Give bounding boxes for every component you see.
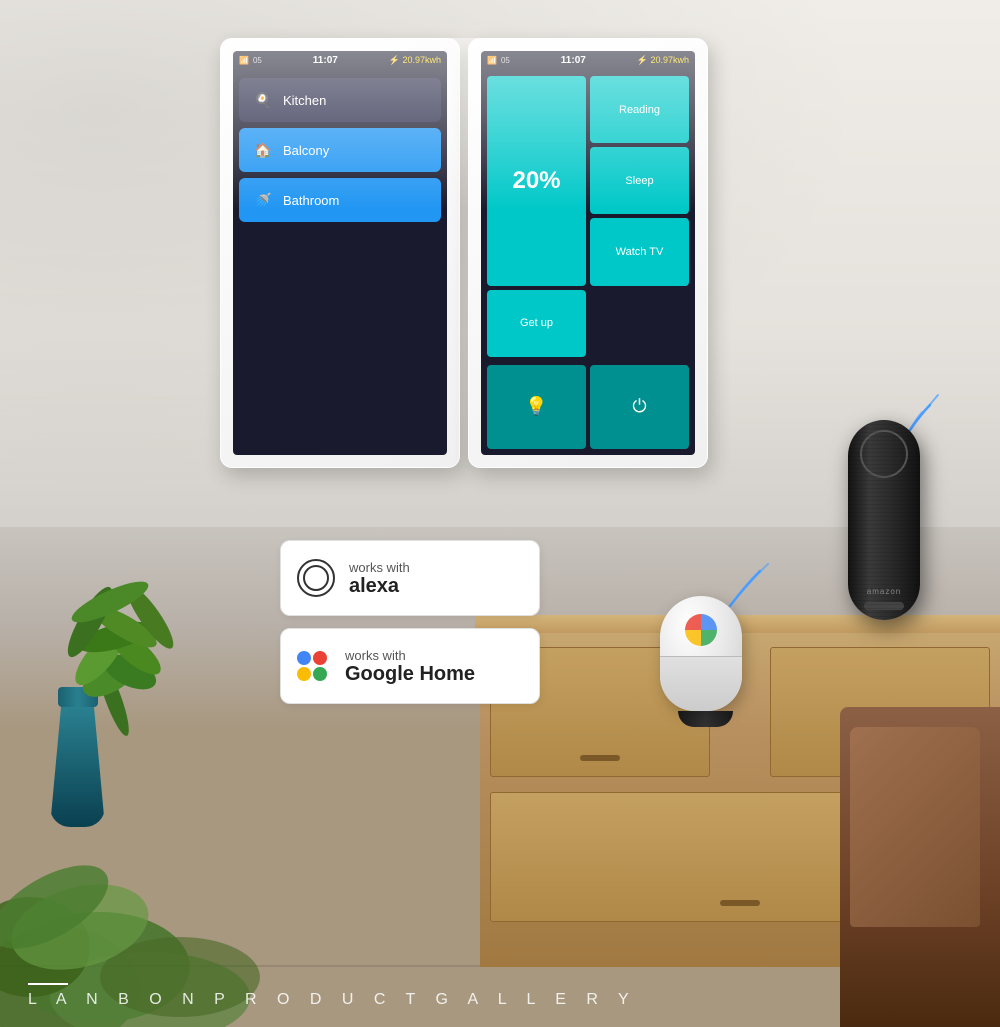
- light-btn[interactable]: 💡: [487, 365, 586, 449]
- gh-fabric: [660, 656, 742, 711]
- time-right: 11:07: [561, 55, 586, 66]
- wifi-icon-left: 📶: [239, 56, 249, 65]
- gh-body: [660, 596, 742, 711]
- percentage-display: 20%: [487, 76, 586, 286]
- smart-panel-left: 📶 05 11:07 ⚡ 20.97kwh 🍳 Kitchen 🏠 Balcon…: [220, 38, 460, 468]
- bathroom-icon: 🚿: [251, 188, 275, 212]
- alexa-badge: works with alexa: [280, 540, 540, 616]
- mode-getup[interactable]: Get up: [487, 290, 586, 357]
- panel-screen-right: 20% Reading Sleep Watch TV Get up 💡 ⏻: [481, 70, 695, 455]
- google-badge-text: works with Google Home: [345, 648, 475, 685]
- status-bar-right: 📶 05 11:07 ⚡ 20.97kwh: [481, 51, 695, 70]
- chair-cushion: [850, 727, 980, 927]
- power-left: ⚡ 20.97kwh: [389, 55, 441, 66]
- gdot-red: [313, 651, 327, 665]
- echo-container: amazon: [848, 420, 920, 620]
- power-right: ⚡ 20.97kwh: [637, 55, 689, 66]
- smart-panel-right: 📶 05 11:07 ⚡ 20.97kwh 20% Reading Sleep …: [468, 38, 708, 468]
- status-bar-left: 📶 05 11:07 ⚡ 20.97kwh: [233, 51, 447, 70]
- time-left: 11:07: [313, 55, 338, 66]
- google-home-container: [660, 596, 750, 727]
- alexa-ring-inner: [303, 565, 329, 591]
- drawer-handle-bottom: [720, 900, 760, 906]
- room-btn-balcony[interactable]: 🏠 Balcony: [239, 128, 441, 172]
- gh-base: [678, 711, 733, 727]
- kitchen-label: Kitchen: [283, 93, 326, 108]
- compat-badges: works with alexa works with Google Home: [280, 540, 540, 704]
- bottom-greenery: [0, 707, 320, 1027]
- bottom-btns: 💡 ⏻: [487, 365, 689, 449]
- brand-text: L A N B O N P R O D U C T G A L L E R Y: [28, 991, 637, 1009]
- gdot-blue: [297, 651, 311, 665]
- mode-watchtv[interactable]: Watch TV: [590, 218, 689, 285]
- echo-body: amazon: [848, 420, 920, 620]
- mode-reading[interactable]: Reading: [590, 76, 689, 143]
- alexa-brand: alexa: [349, 575, 410, 597]
- kitchen-icon: 🍳: [251, 88, 275, 112]
- signal-left: 05: [253, 56, 262, 65]
- gdot-green: [313, 667, 327, 681]
- mode-sleep[interactable]: Sleep: [590, 147, 689, 214]
- room-btn-kitchen[interactable]: 🍳 Kitchen: [239, 78, 441, 122]
- brand-footer: L A N B O N P R O D U C T G A L L E R Y: [0, 983, 1000, 1009]
- room-btn-bathroom[interactable]: 🚿 Bathroom: [239, 178, 441, 222]
- google-brand: Google Home: [345, 663, 475, 685]
- gh-light: [685, 614, 717, 646]
- google-works-with: works with: [345, 648, 475, 663]
- signal-right: 05: [501, 56, 510, 65]
- google-home-badge: works with Google Home: [280, 628, 540, 704]
- balcony-icon: 🏠: [251, 138, 275, 162]
- echo-texture: [848, 420, 920, 620]
- bathroom-label: Bathroom: [283, 193, 339, 208]
- status-left: 📶 05: [239, 56, 262, 65]
- brand-line: [28, 983, 68, 985]
- alexa-badge-text: works with alexa: [349, 560, 410, 597]
- wifi-icon-right: 📶: [487, 56, 497, 65]
- plant-svg: [20, 517, 220, 737]
- status-right-left: 📶 05: [487, 56, 510, 65]
- drawer-handle-left: [580, 755, 620, 761]
- alexa-works-with: works with: [349, 560, 410, 575]
- gdot-yellow: [297, 667, 311, 681]
- google-dots-icon: [297, 651, 331, 681]
- panel-screen-left: 🍳 Kitchen 🏠 Balcony 🚿 Bathroom: [233, 70, 447, 455]
- balcony-label: Balcony: [283, 143, 329, 158]
- alexa-ring-icon: [297, 559, 335, 597]
- power-btn[interactable]: ⏻: [590, 365, 689, 449]
- panels-container: 📶 05 11:07 ⚡ 20.97kwh 🍳 Kitchen 🏠 Balcon…: [220, 38, 708, 468]
- chair-corner: [800, 677, 1000, 1027]
- gh-body-container: [660, 596, 750, 727]
